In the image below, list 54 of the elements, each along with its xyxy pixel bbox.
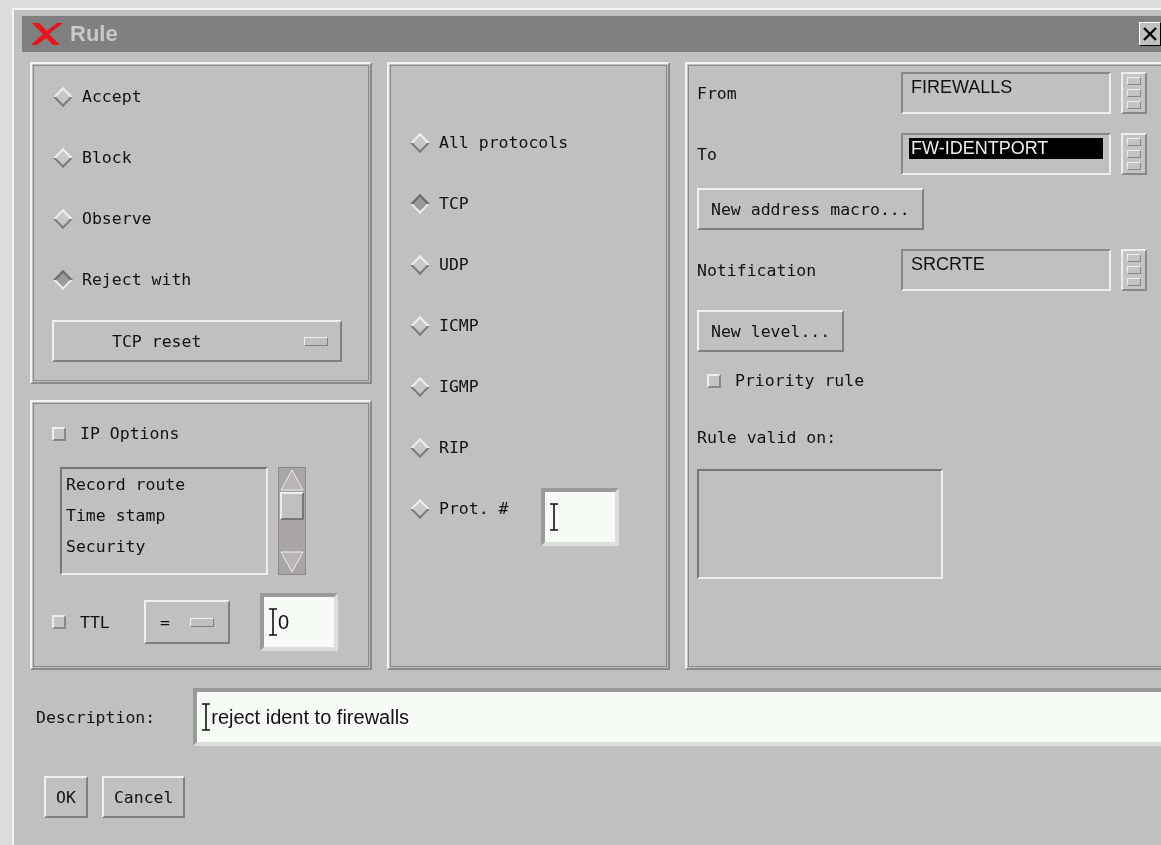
field-value: SRCRTE xyxy=(910,254,986,274)
rule-valid-on-label: Rule valid on: xyxy=(697,428,838,447)
list-item[interactable]: Time stamp xyxy=(66,504,262,527)
checkbox-label: TTL xyxy=(80,612,111,632)
protocol-number-field[interactable] xyxy=(540,487,619,546)
text-cursor-icon xyxy=(548,502,559,531)
field-label: Notification xyxy=(697,260,818,280)
spinner-control[interactable] xyxy=(1121,72,1147,114)
description-field[interactable]: reject ident to firewalls xyxy=(193,688,1161,746)
reject-type-menu[interactable]: TCP reset xyxy=(52,320,342,362)
new-level-button[interactable]: New level... xyxy=(697,310,845,352)
address-field[interactable]: FIREWALLS xyxy=(901,72,1111,114)
field-value: FW-IDENTPORT xyxy=(909,138,1103,159)
checkbox[interactable] xyxy=(52,426,66,441)
address-field[interactable]: FW-IDENTPORT xyxy=(901,133,1111,175)
description-label: Description: xyxy=(36,707,156,727)
radio-label: ICMP xyxy=(439,316,479,335)
field-label: From xyxy=(697,83,738,103)
x-logo-icon xyxy=(30,22,64,46)
down-arrow-icon[interactable] xyxy=(279,550,305,574)
checkbox-label: IP Options xyxy=(80,424,180,443)
scroll-thumb[interactable] xyxy=(280,492,304,520)
radio-label: IGMP xyxy=(439,377,479,396)
operator-menu[interactable]: = xyxy=(144,600,230,644)
list-item[interactable]: Record route xyxy=(66,473,262,496)
radio-label: Prot. # xyxy=(439,499,509,518)
text-cursor-icon xyxy=(201,703,212,731)
new-address-macro-button[interactable]: New address macro... xyxy=(697,188,924,230)
radio-label: UDP xyxy=(439,255,469,274)
radio-label: Block xyxy=(82,148,132,167)
field-label: To xyxy=(697,144,718,164)
checkbox[interactable] xyxy=(52,615,66,629)
spinner-control[interactable] xyxy=(1121,249,1147,291)
valid-on-list[interactable] xyxy=(697,469,943,579)
dialog-button[interactable]: Cancel xyxy=(101,776,186,818)
list-item[interactable]: Security xyxy=(66,535,262,558)
radio-label: Reject with xyxy=(82,270,192,289)
radio-label: Accept xyxy=(82,87,142,106)
radio-label: RIP xyxy=(439,438,469,457)
notification-field[interactable]: SRCRTE xyxy=(901,249,1111,291)
radio-label: Observe xyxy=(82,209,152,228)
checkbox-label: Priority rule xyxy=(735,371,865,390)
spinner-control[interactable] xyxy=(1121,133,1147,175)
dialog-button[interactable]: OK xyxy=(44,776,88,818)
radio-label: TCP xyxy=(439,194,469,213)
text-cursor-icon xyxy=(268,608,278,636)
ttl-field[interactable]: 0 xyxy=(260,593,338,651)
close-button[interactable] xyxy=(1139,22,1161,46)
checkbox[interactable] xyxy=(707,373,721,388)
scrollbar[interactable] xyxy=(278,467,306,575)
field-value: FIREWALLS xyxy=(910,77,1014,97)
radio-label: All protocols xyxy=(439,133,569,152)
up-arrow-icon[interactable] xyxy=(279,468,305,492)
window-title: Rule xyxy=(70,21,119,47)
